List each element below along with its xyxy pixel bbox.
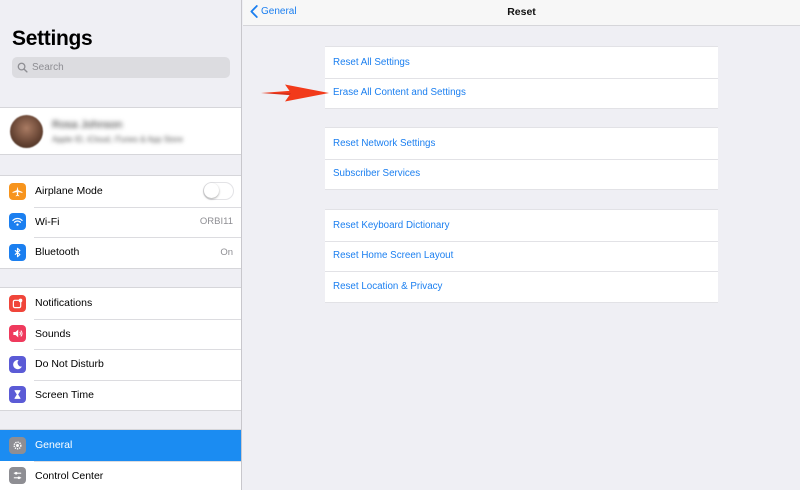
notifications-group: Notifications Sounds Do Not Disturb Scre… xyxy=(0,287,241,411)
reset-network-settings-button[interactable]: Reset Network Settings xyxy=(325,128,718,159)
airplane-icon xyxy=(9,182,26,200)
reset-group-2: Reset Network Settings Subscriber Servic… xyxy=(325,127,718,190)
avatar xyxy=(10,114,43,148)
sidebar-item-sounds[interactable]: Sounds xyxy=(0,318,241,350)
annotation-arrow-icon xyxy=(261,84,329,102)
sidebar-item-do-not-disturb[interactable]: Do Not Disturb xyxy=(0,349,241,380)
reset-group-1: Reset All Settings Erase All Content and… xyxy=(325,46,718,109)
sidebar-item-bluetooth[interactable]: Bluetooth On xyxy=(0,237,241,268)
connectivity-group: Airplane Mode Wi-Fi ORBI11 Bluetooth On xyxy=(0,175,241,269)
sidebar-item-label: Do Not Disturb xyxy=(35,358,104,371)
wifi-network-value: ORBI11 xyxy=(199,216,233,228)
reset-keyboard-dictionary-button[interactable]: Reset Keyboard Dictionary xyxy=(325,210,718,241)
apple-id-profile[interactable]: Rosa Johnson Apple ID, iCloud, iTunes & … xyxy=(0,107,241,155)
sidebar-item-screen-time[interactable]: Screen Time xyxy=(0,379,241,411)
airplane-mode-toggle[interactable] xyxy=(203,182,234,201)
subscriber-services-button[interactable]: Subscriber Services xyxy=(325,158,718,190)
moon-icon xyxy=(9,355,26,373)
profile-name: Rosa Johnson xyxy=(52,118,123,131)
page-title: Reset xyxy=(507,6,536,18)
erase-all-content-button[interactable]: Erase All Content and Settings xyxy=(325,77,718,109)
general-group: General Control Center xyxy=(0,429,241,490)
bluetooth-icon xyxy=(9,243,26,261)
notifications-icon xyxy=(9,294,26,312)
reset-all-settings-button[interactable]: Reset All Settings xyxy=(325,47,718,78)
gear-icon xyxy=(9,436,26,454)
reset-group-3: Reset Keyboard Dictionary Reset Home Scr… xyxy=(325,209,718,303)
search-field[interactable]: Search xyxy=(12,57,230,78)
sidebar-item-label: Sounds xyxy=(35,327,71,340)
search-icon xyxy=(17,62,28,73)
search-placeholder: Search xyxy=(32,62,64,73)
sidebar-item-airplane-mode[interactable]: Airplane Mode xyxy=(0,176,241,207)
sidebar-item-control-center[interactable]: Control Center xyxy=(0,460,241,490)
speaker-icon xyxy=(9,325,26,343)
sidebar-item-label: Screen Time xyxy=(35,388,94,401)
sidebar-item-wifi[interactable]: Wi-Fi ORBI11 xyxy=(0,206,241,238)
sidebar-item-label: Wi-Fi xyxy=(35,215,60,228)
navigation-bar: General Reset xyxy=(243,0,800,26)
sidebar-item-label: Bluetooth xyxy=(35,246,80,259)
profile-subtitle: Apple ID, iCloud, iTunes & App Store xyxy=(52,134,183,144)
sidebar-item-label: General xyxy=(35,439,73,452)
wifi-icon xyxy=(9,213,26,231)
sidebar-item-label: Notifications xyxy=(35,297,93,310)
sliders-icon xyxy=(9,467,26,485)
sidebar-title: Settings xyxy=(12,27,93,50)
sidebar-item-label: Control Center xyxy=(35,469,104,482)
hourglass-icon xyxy=(9,386,26,404)
sidebar-item-label: Airplane Mode xyxy=(35,185,103,198)
bluetooth-status-value: On xyxy=(220,246,233,258)
reset-location-privacy-button[interactable]: Reset Location & Privacy xyxy=(325,271,718,302)
sidebar: Settings Search Rosa Johnson Apple ID, i… xyxy=(0,0,242,490)
sidebar-item-general[interactable]: General xyxy=(0,430,241,461)
reset-home-screen-layout-button[interactable]: Reset Home Screen Layout xyxy=(325,240,718,272)
sidebar-item-notifications[interactable]: Notifications xyxy=(0,288,241,319)
